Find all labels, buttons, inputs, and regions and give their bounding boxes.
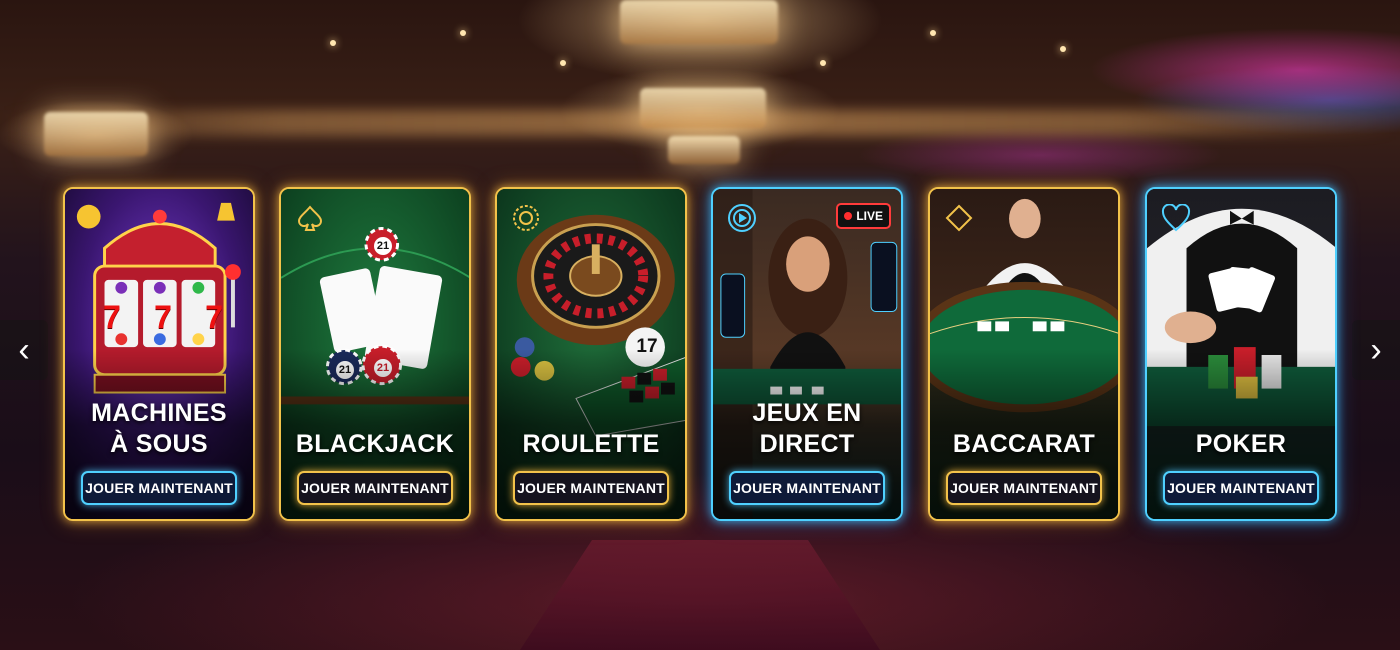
card-title: BLACKJACK: [295, 430, 455, 458]
carpet-aisle: [520, 540, 880, 650]
card-title: MACHINES À SOUS: [65, 398, 253, 460]
reel-symbol: 7: [154, 299, 172, 335]
ceiling-spotlight: [330, 40, 336, 46]
ceiling-spotlight: [460, 30, 466, 36]
game-card-baccarat[interactable]: BACCARAT JOUER MAINTENANT: [928, 187, 1120, 521]
card-title-line: À SOUS: [110, 430, 208, 458]
game-card-blackjack[interactable]: 21 21 21 BLACKJACK JOUER MAINTENANT: [279, 187, 471, 521]
ceiling-spotlight: [930, 30, 936, 36]
card-title-line: MACHINES: [91, 399, 227, 427]
live-badge-text: LIVE: [856, 209, 883, 223]
play-now-button[interactable]: JOUER MAINTENANT: [513, 471, 669, 505]
chandelier: [640, 88, 766, 128]
card-title-line: DIRECT: [759, 430, 855, 458]
ceiling-spotlight: [560, 60, 566, 66]
slot-reel-text: 7 7 7: [103, 299, 223, 336]
ceiling-spotlight: [1060, 46, 1066, 52]
card-title: BACCARAT: [952, 430, 1096, 458]
card-title: POKER: [1195, 430, 1287, 458]
live-badge: LIVE: [836, 203, 891, 229]
spade-icon: [293, 201, 327, 235]
card-title-line: JEUX EN: [752, 399, 862, 427]
chandelier: [44, 112, 148, 156]
heart-icon: [1159, 201, 1193, 235]
reel-symbol: 7: [103, 299, 121, 335]
card-title: JEUX EN DIRECT: [713, 398, 901, 460]
chandelier: [620, 0, 778, 44]
live-dot-icon: [844, 212, 853, 220]
play-now-button[interactable]: JOUER MAINTENANT: [297, 471, 453, 505]
carousel-next-button[interactable]: ›: [1352, 320, 1400, 380]
game-card-live[interactable]: LIVE JEUX EN DIRECT JOUER MAINTENANT: [711, 187, 903, 521]
game-card-slots[interactable]: 7 7 7 MACHINES À SOUS JOUER MAINTENANT: [63, 187, 255, 521]
roulette-wheel-icon: [509, 201, 543, 235]
play-now-button[interactable]: JOUER MAINTENANT: [1163, 471, 1319, 505]
game-card-roulette[interactable]: 17 ROULETTE JOUER MAINTENANT: [495, 187, 687, 521]
game-card-poker[interactable]: POKER JOUER MAINTENANT: [1145, 187, 1337, 521]
chandelier: [668, 136, 740, 164]
play-now-button[interactable]: JOUER MAINTENANT: [81, 471, 237, 505]
carousel-prev-button[interactable]: ‹: [0, 320, 48, 380]
card-title: ROULETTE: [522, 430, 660, 458]
play-now-button[interactable]: JOUER MAINTENANT: [729, 471, 885, 505]
ceiling-spotlight: [820, 60, 826, 66]
live-stream-icon: [725, 201, 759, 235]
chip-label: 21: [374, 237, 392, 255]
reel-symbol: 7: [205, 299, 223, 335]
diamond-icon: [942, 201, 976, 235]
play-now-button[interactable]: JOUER MAINTENANT: [946, 471, 1102, 505]
